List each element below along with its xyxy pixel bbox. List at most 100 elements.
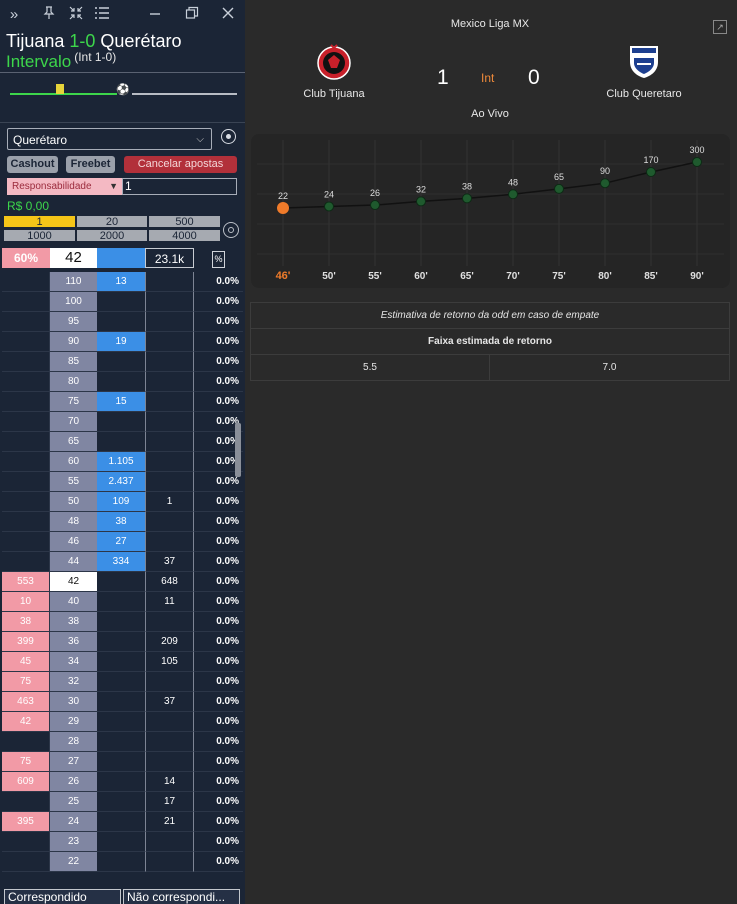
lay-cell[interactable]: 395 <box>2 812 50 832</box>
responsibility-select[interactable]: Responsabilidade ▼ <box>7 178 122 195</box>
chart-point <box>277 202 289 214</box>
back-cell[interactable] <box>97 772 145 792</box>
settings-circle-icon[interactable] <box>221 129 236 144</box>
stake-chip-4000[interactable]: 4000 <box>148 229 221 242</box>
lay-cell[interactable]: 399 <box>2 632 50 652</box>
home-score: 1 <box>437 66 449 89</box>
back-cell[interactable] <box>97 372 145 392</box>
back-cell[interactable] <box>97 832 145 852</box>
back-cell[interactable] <box>97 352 145 372</box>
back-cell[interactable] <box>97 852 145 872</box>
percent-cell: 0.0% <box>194 492 243 512</box>
ladder-row: 399 36 209 0.0% <box>2 632 243 652</box>
back-cell[interactable] <box>97 792 145 812</box>
lay-cell[interactable] <box>2 332 50 352</box>
back-cell[interactable] <box>97 812 145 832</box>
freebet-button[interactable]: Freebet <box>66 156 115 173</box>
panel-toolbar: » <box>0 0 245 30</box>
back-cell[interactable] <box>97 292 145 312</box>
lay-cell[interactable] <box>2 372 50 392</box>
pin-icon[interactable] <box>40 6 58 24</box>
back-cell[interactable]: 109 <box>97 492 145 512</box>
back-cell[interactable]: 38 <box>97 512 145 532</box>
collapse-chevrons-icon[interactable]: » <box>5 6 23 24</box>
lay-cell[interactable] <box>2 452 50 472</box>
lay-cell[interactable] <box>2 832 50 852</box>
lay-cell[interactable] <box>2 532 50 552</box>
back-cell[interactable] <box>97 672 145 692</box>
back-cell[interactable]: 334 <box>97 552 145 572</box>
lay-cell[interactable]: 609 <box>2 772 50 792</box>
lay-cell[interactable] <box>2 552 50 572</box>
back-cell[interactable] <box>97 752 145 772</box>
lay-cell[interactable] <box>2 292 50 312</box>
cashout-button[interactable]: Cashout <box>7 156 58 173</box>
back-cell[interactable] <box>97 652 145 672</box>
stake-chip-1000[interactable]: 1000 <box>3 229 76 242</box>
lay-cell[interactable] <box>2 312 50 332</box>
lay-cell[interactable]: 38 <box>2 612 50 632</box>
price-cell: 40 <box>50 592 97 612</box>
lay-cell[interactable] <box>2 412 50 432</box>
lay-cell[interactable]: 553 <box>2 572 50 592</box>
lay-cell[interactable]: 45 <box>2 652 50 672</box>
stake-chip-1[interactable]: 1 <box>3 215 76 228</box>
stake-chip-20[interactable]: 20 <box>76 215 148 228</box>
ladder-scrollbar[interactable] <box>235 423 241 477</box>
back-cell[interactable]: 2.437 <box>97 472 145 492</box>
back-cell[interactable]: 15 <box>97 392 145 412</box>
close-icon[interactable] <box>219 6 237 24</box>
back-cell[interactable] <box>97 592 145 612</box>
tab-matched[interactable]: Correspondido <box>4 889 121 904</box>
lay-cell[interactable] <box>2 432 50 452</box>
external-link-icon[interactable]: ↗ <box>713 20 727 34</box>
lay-cell[interactable] <box>2 472 50 492</box>
back-cell[interactable] <box>97 612 145 632</box>
cancel-bets-button[interactable]: Cancelar apostas <box>124 156 237 173</box>
back-cell[interactable]: 27 <box>97 532 145 552</box>
back-cell[interactable]: 1.105 <box>97 452 145 472</box>
lay-cell[interactable]: 10 <box>2 592 50 612</box>
stake-chip-2000[interactable]: 2000 <box>76 229 148 242</box>
back-cell[interactable] <box>97 432 145 452</box>
stake-chip-500[interactable]: 500 <box>148 215 221 228</box>
market-select[interactable]: Querétaro ⌵ <box>7 128 212 150</box>
percent-toggle-icon[interactable]: % <box>212 251 225 268</box>
back-cell[interactable] <box>97 312 145 332</box>
lay-cell[interactable]: 75 <box>2 672 50 692</box>
ladder-row: 38 38 0.0% <box>2 612 243 632</box>
back-cell[interactable] <box>97 712 145 732</box>
back-cell[interactable] <box>97 692 145 712</box>
stake-input[interactable]: 1 <box>122 178 237 195</box>
window-restore-icon[interactable] <box>183 6 201 24</box>
back-cell[interactable] <box>97 572 145 592</box>
back-cell[interactable] <box>97 732 145 752</box>
lay-cell[interactable] <box>2 392 50 412</box>
percent-cell: 0.0% <box>194 712 243 732</box>
divider <box>0 122 245 123</box>
lay-cell[interactable] <box>2 492 50 512</box>
back-cell[interactable] <box>97 412 145 432</box>
ladder-row: 110 13 0.0% <box>2 272 243 292</box>
lay-cell[interactable] <box>2 272 50 292</box>
tab-unmatched[interactable]: Não correspondi... <box>123 889 240 904</box>
lay-cell[interactable] <box>2 852 50 872</box>
lay-cell[interactable]: 463 <box>2 692 50 712</box>
lay-cell[interactable] <box>2 732 50 752</box>
back-cell[interactable]: 13 <box>97 272 145 292</box>
list-icon[interactable] <box>93 6 111 24</box>
back-cell[interactable] <box>97 632 145 652</box>
lay-cell[interactable] <box>2 352 50 372</box>
window-minimize-icon[interactable] <box>146 6 164 24</box>
lay-cell[interactable] <box>2 512 50 532</box>
matched-volume: 23.1k <box>145 248 194 268</box>
gear-icon[interactable] <box>223 222 239 238</box>
lay-cell[interactable] <box>2 792 50 812</box>
lay-cell[interactable]: 75 <box>2 752 50 772</box>
minimize-arrows-icon[interactable] <box>67 6 85 24</box>
percent-cell: 0.0% <box>194 292 243 312</box>
percent-cell: 0.0% <box>194 532 243 552</box>
back-cell[interactable]: 19 <box>97 332 145 352</box>
lay-cell[interactable]: 42 <box>2 712 50 732</box>
traded-cell <box>145 472 194 492</box>
